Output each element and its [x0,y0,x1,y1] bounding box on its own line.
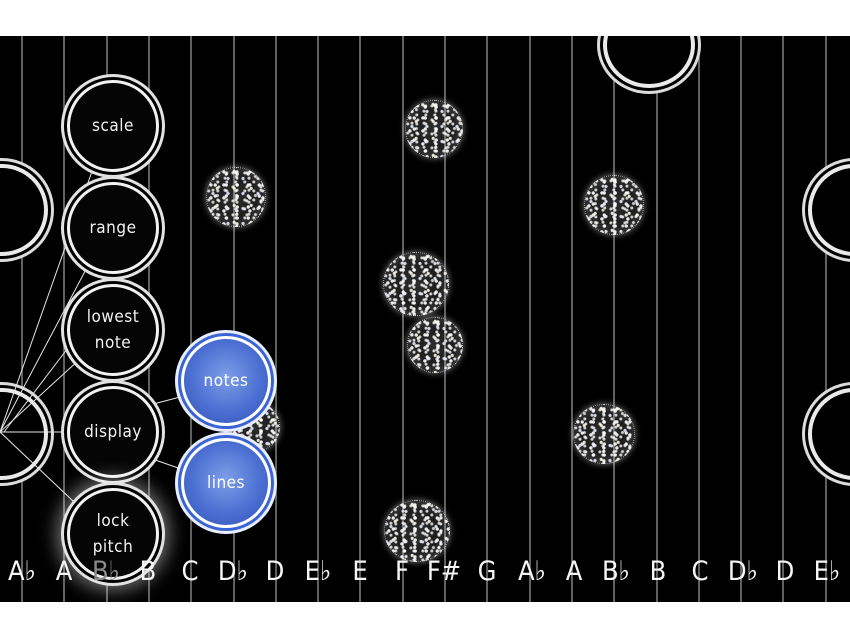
note-label-a[interactable]: A [554,554,594,590]
lowest-note-label-line1: lowest [86,307,140,327]
lock-pitch-label-line1: lock [96,511,130,531]
lines-button[interactable]: lines [181,438,271,528]
note-label-eb[interactable]: E♭ [298,554,338,590]
lowest-note-label-line2: note [94,333,132,353]
note-label-ab[interactable]: A♭ [2,554,42,590]
note-label-g[interactable]: G [467,554,507,590]
note-label-ab[interactable]: A♭ [512,554,552,590]
note-label-c[interactable]: C [680,554,720,590]
sparkle-cluster [405,100,463,158]
sparkle-cluster [384,500,450,562]
sparkle-cluster [584,175,644,235]
string-line[interactable] [740,36,743,602]
string-line[interactable] [824,36,827,602]
display-label: display [84,422,142,442]
sparkle-cluster [407,317,463,373]
sparkle-cluster [206,167,266,227]
display-button[interactable]: display [67,386,159,478]
note-label-eb[interactable]: E♭ [807,554,847,590]
note-label-bb[interactable]: B♭ [86,554,126,590]
notes-button[interactable]: notes [181,336,271,426]
string-line[interactable] [359,36,362,602]
string-line[interactable] [274,36,277,602]
note-label-c[interactable]: C [170,554,210,590]
note-label-e[interactable]: E [340,554,380,590]
scale-label: scale [92,116,134,136]
string-line[interactable] [21,36,23,602]
instrument-canvas[interactable]: scale range lowest note display lock pit… [0,36,850,602]
lowest-note-button[interactable]: lowest note [67,284,159,376]
note-label-db[interactable]: D♭ [723,554,763,590]
string-line[interactable] [655,36,658,602]
edge-circle-right-upper[interactable] [808,164,850,256]
range-button[interactable]: range [67,182,159,274]
string-line[interactable] [782,36,785,602]
note-label-d[interactable]: D [255,554,295,590]
string-line[interactable] [528,36,531,602]
note-label-b[interactable]: B [128,554,168,590]
note-label-a[interactable]: A [44,554,84,590]
sparkle-cluster [383,252,449,316]
string-line[interactable] [570,36,573,602]
string-line[interactable] [63,36,66,602]
edge-circle-left-upper[interactable] [0,164,48,256]
note-label-db[interactable]: D♭ [213,554,253,590]
note-label-f-sharp[interactable]: F# [424,554,464,590]
note-label-d[interactable]: D [765,554,805,590]
lines-label: lines [206,473,246,493]
string-line[interactable] [486,36,489,602]
string-line[interactable] [317,36,320,602]
note-label-bb[interactable]: B♭ [596,554,636,590]
string-line[interactable] [613,36,616,602]
scale-button[interactable]: scale [67,80,159,172]
note-label-b[interactable]: B [638,554,678,590]
note-label-f[interactable]: F [382,554,422,590]
edge-circle-left-lower[interactable] [0,388,48,480]
notes-label: notes [203,371,249,391]
string-line[interactable] [697,36,700,602]
sparkle-cluster [573,404,635,464]
edge-circle-top[interactable] [603,36,695,88]
string-line[interactable] [190,36,193,602]
edge-circle-right-lower[interactable] [808,388,850,480]
range-label: range [89,218,137,238]
